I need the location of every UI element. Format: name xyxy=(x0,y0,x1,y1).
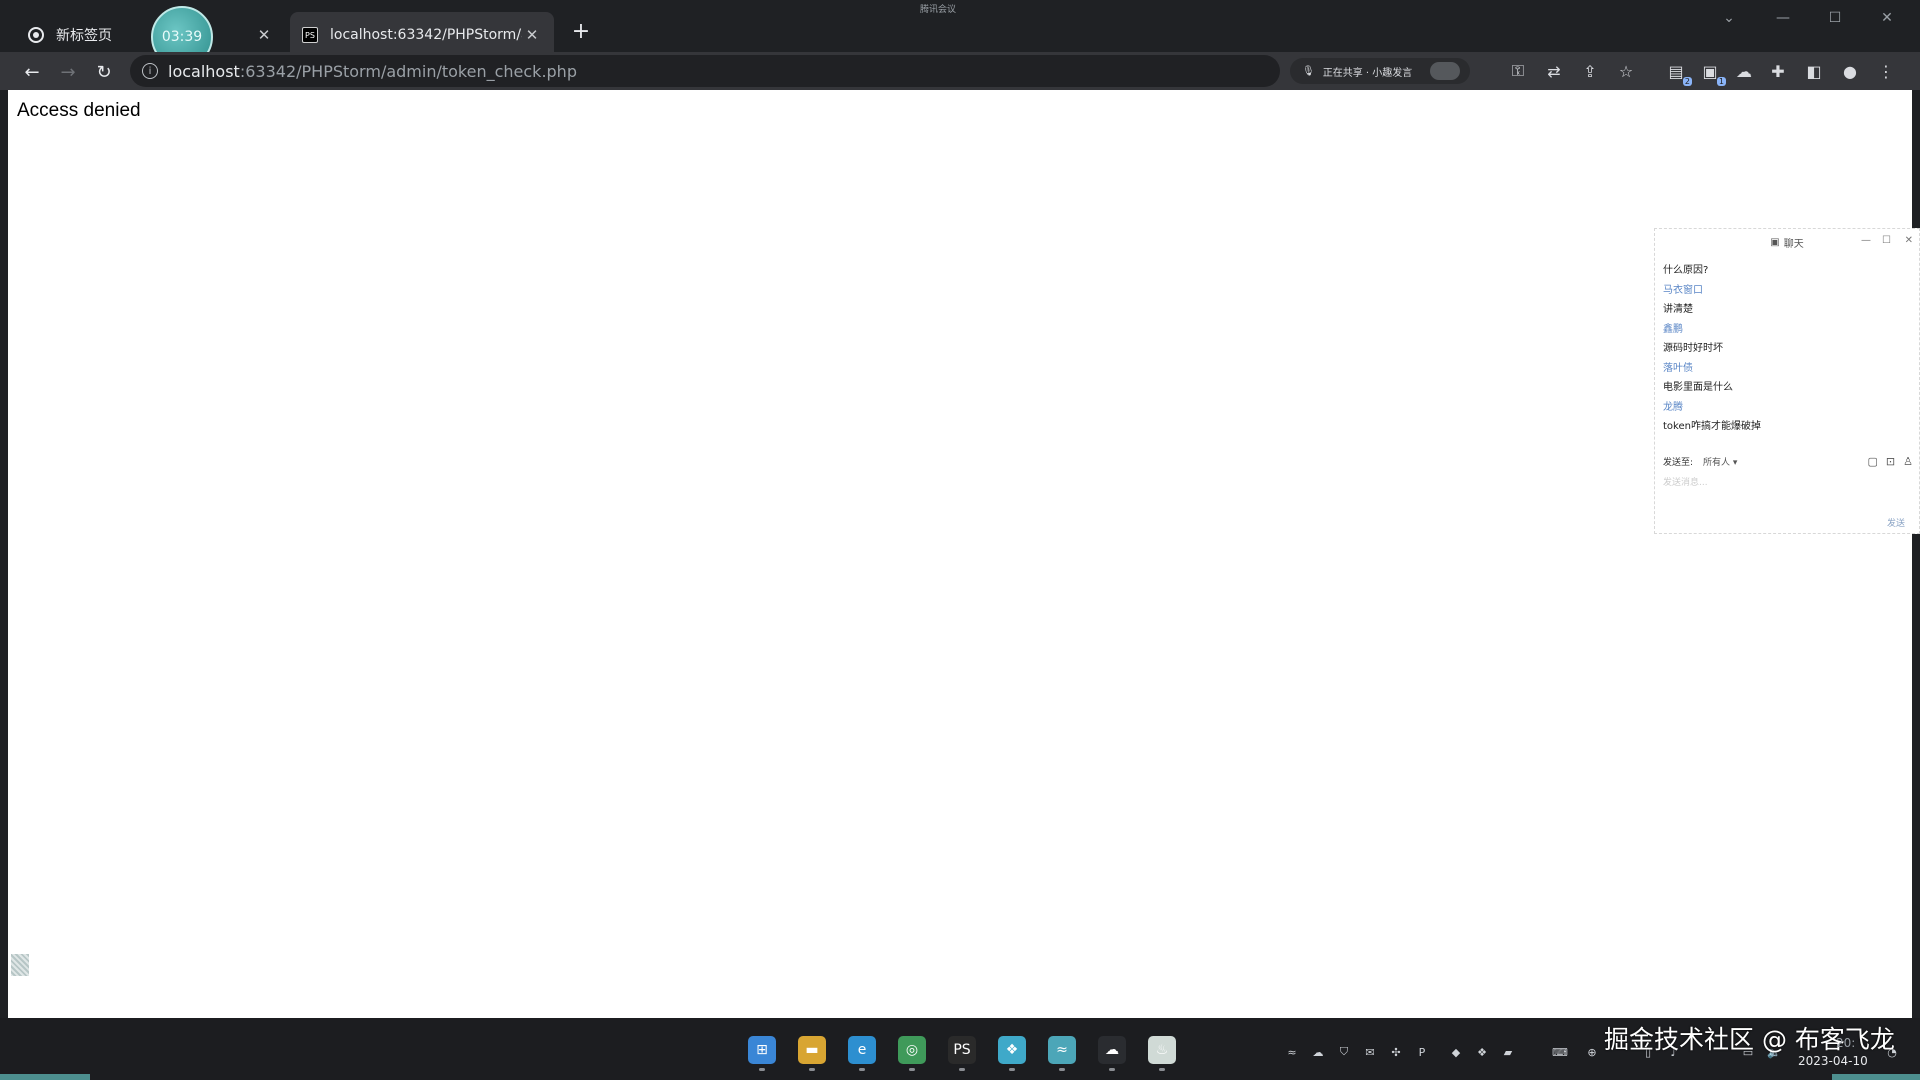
tray-app-icon[interactable]: ▰ xyxy=(1500,1044,1516,1060)
url-host: localhost xyxy=(168,61,240,81)
extension-icon-2[interactable]: ▣ 1 xyxy=(1698,59,1726,86)
close-tab-icon[interactable]: ✕ xyxy=(254,25,274,45)
chat-sender[interactable]: 龙腾 xyxy=(1663,398,1919,418)
edge-accent xyxy=(1832,1074,1920,1080)
browser-toolbar: ← → ↻ i localhost:63342/PHPStorm/admin/t… xyxy=(0,52,1920,90)
address-bar[interactable]: i localhost:63342/PHPStorm/admin/token_c… xyxy=(130,55,1280,87)
chat-message: token咋搞才能爆破掉 xyxy=(1663,421,1761,432)
tab-title: localhost:63342/PHPStorm/ad xyxy=(330,27,522,43)
chat-input[interactable]: 发送消息... xyxy=(1663,475,1708,488)
maximize-button[interactable]: ☐ xyxy=(1812,6,1858,30)
user-icon[interactable]: ♙ xyxy=(1903,455,1913,468)
chat-send-button[interactable]: 发送 xyxy=(1887,516,1905,529)
tray-date[interactable]: 2023-04-10 xyxy=(1798,1054,1868,1068)
share-icon[interactable]: ⇪ xyxy=(1578,59,1602,83)
phpstorm-icon: PS xyxy=(302,27,318,43)
taskbar-meeting-icon[interactable]: ≈ xyxy=(1048,1036,1076,1071)
screenshot-icon[interactable]: ⊡ xyxy=(1886,455,1895,468)
chat-message: 电影里面是什么 xyxy=(1663,382,1733,393)
extension-badge: 1 xyxy=(1716,77,1726,86)
running-indicator xyxy=(1109,1068,1115,1071)
taskbar-start-icon[interactable]: ⊞ xyxy=(748,1036,776,1071)
minimize-button[interactable]: — xyxy=(1760,6,1806,30)
taskbar-file-explorer-icon[interactable]: ▬ xyxy=(798,1036,826,1071)
chat-send-options: 发送至: 所有人 ▾ ▢ ⊡ ♙ xyxy=(1663,455,1913,468)
screen-share-indicator[interactable]: 🎙 正在共享 · 小趣发言 xyxy=(1290,58,1470,84)
tray-clock[interactable]: 20: xyxy=(1836,1036,1855,1050)
reload-button[interactable]: ↻ xyxy=(90,58,118,86)
chat-header: ▣ 聊天 — ☐ ✕ xyxy=(1655,229,1919,255)
tray-wechat-icon[interactable]: ✉ xyxy=(1362,1044,1378,1060)
extension-icon-3[interactable]: ☁ xyxy=(1732,59,1756,83)
extension-badge: 2 xyxy=(1682,77,1692,86)
share-status: 正在共享 · 小趣发言 xyxy=(1322,67,1413,79)
tray-app-icon[interactable]: ◆ xyxy=(1448,1044,1464,1060)
running-indicator xyxy=(909,1068,915,1071)
chat-message: 源码时好时坏 xyxy=(1663,343,1723,354)
translate-icon[interactable]: ⇄ xyxy=(1542,59,1566,83)
url-path: :63342/PHPStorm/admin/token_check.php xyxy=(239,61,577,81)
recipient-dropdown[interactable]: 所有人 ▾ xyxy=(1703,455,1737,468)
running-indicator xyxy=(1009,1068,1015,1071)
tray-meeting-icon[interactable]: ≈ xyxy=(1284,1044,1300,1060)
extension-icon-1[interactable]: ▤ 2 xyxy=(1664,59,1692,86)
chat-close-button[interactable]: ✕ xyxy=(1905,235,1913,246)
tab-strip: 腾讯会议 新标签页 ✕ 03:39 PS localhost:63342/PHP… xyxy=(0,0,1920,68)
tray-cloud-icon[interactable]: ☁ xyxy=(1310,1044,1326,1060)
chat-icon: ▣ xyxy=(1770,236,1780,248)
chrome-icon xyxy=(28,27,44,43)
chat-message: 讲清楚 xyxy=(1663,304,1693,315)
extensions-puzzle-icon[interactable]: ✚ xyxy=(1766,59,1790,83)
running-indicator xyxy=(859,1068,865,1071)
taskbar-java-icon[interactable]: ♨ xyxy=(1148,1036,1176,1071)
chat-sender[interactable]: 马衣窗口 xyxy=(1663,281,1919,301)
recording-indicator: 腾讯会议 xyxy=(920,5,957,15)
chat-message: 什么原因? xyxy=(1663,265,1709,276)
menu-kebab-icon[interactable]: ⋮ xyxy=(1874,59,1898,83)
running-indicator xyxy=(1159,1068,1165,1071)
new-tab-button[interactable]: + xyxy=(566,16,596,46)
chat-sender[interactable]: 落叶债 xyxy=(1663,359,1919,379)
back-button[interactable]: ← xyxy=(18,58,46,86)
avatar xyxy=(1430,62,1460,80)
running-indicator xyxy=(809,1068,815,1071)
bookmark-star-icon[interactable]: ☆ xyxy=(1614,59,1638,83)
chat-sender[interactable]: 鑫鹏 xyxy=(1663,320,1919,340)
tray-p-icon[interactable]: P xyxy=(1414,1044,1430,1060)
password-key-icon[interactable]: ⚿ xyxy=(1506,59,1530,83)
edge-accent xyxy=(0,1074,90,1080)
chat-tools: ▢ ⊡ ♙ xyxy=(1868,455,1914,468)
meeting-chat-panel: ▣ 聊天 — ☐ ✕ 什么原因? 马衣窗口 讲清楚 鑫鹏 源码时好时坏 落叶债 … xyxy=(1654,228,1920,534)
page-viewport: Access denied xyxy=(8,90,1912,1018)
side-panel-icon[interactable]: ◧ xyxy=(1802,59,1826,83)
tray-network-icon[interactable]: ⊕ xyxy=(1584,1044,1600,1060)
taskbar-edge-icon[interactable]: e xyxy=(848,1036,876,1071)
taskbar-tencent-app-icon[interactable]: ❖ xyxy=(998,1036,1026,1071)
taskbar-phpstorm-icon[interactable]: PS xyxy=(948,1036,976,1071)
close-tab-icon[interactable]: ✕ xyxy=(522,25,542,45)
taskbar-chrome-icon[interactable]: ◎ xyxy=(898,1036,926,1071)
profile-icon[interactable]: ● xyxy=(1838,59,1862,83)
tray-shield-icon[interactable]: ⛉ xyxy=(1336,1044,1352,1060)
close-window-button[interactable]: ✕ xyxy=(1864,6,1910,30)
running-indicator xyxy=(759,1068,765,1071)
chat-minimize-button[interactable]: — xyxy=(1861,235,1871,246)
mic-icon: 🎙 xyxy=(1302,65,1315,77)
chat-message-list: 什么原因? 马衣窗口 讲清楚 鑫鹏 源码时好时坏 落叶债 电影里面是什么 龙腾 … xyxy=(1655,255,1919,437)
running-indicator xyxy=(1059,1068,1065,1071)
forward-button[interactable]: → xyxy=(54,58,82,86)
site-info-icon[interactable]: i xyxy=(142,63,158,79)
running-indicator xyxy=(959,1068,965,1071)
file-icon[interactable]: ▢ xyxy=(1868,455,1878,468)
tray-pinwheel-icon[interactable]: ✣ xyxy=(1388,1044,1404,1060)
tray-app-icon[interactable]: ❖ xyxy=(1474,1044,1490,1060)
corner-artifact xyxy=(11,954,29,976)
send-to-label: 发送至: xyxy=(1663,458,1694,468)
access-denied-message: Access denied xyxy=(17,100,141,121)
tray-keyboard-icon[interactable]: ⌨ xyxy=(1552,1044,1568,1060)
chat-title: 聊天 xyxy=(1783,238,1804,250)
tab-search-icon[interactable]: ⌄ xyxy=(1706,6,1752,30)
taskbar-cloud-icon[interactable]: ☁ xyxy=(1098,1036,1126,1071)
chat-maximize-button[interactable]: ☐ xyxy=(1882,235,1891,246)
